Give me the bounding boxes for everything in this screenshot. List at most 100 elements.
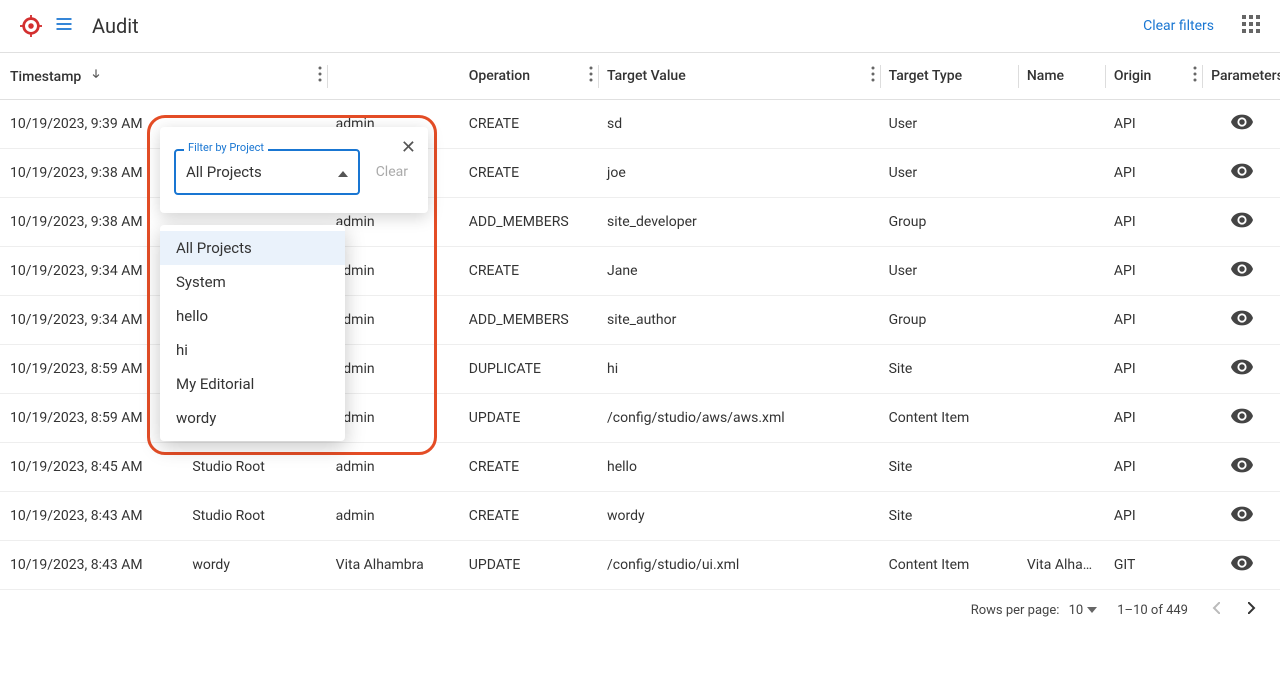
cell-target-type: User: [881, 247, 1019, 296]
col-target-type-label: Target Type: [889, 68, 962, 84]
view-parameters-button[interactable]: [1203, 296, 1280, 345]
menu-icon[interactable]: [54, 14, 74, 38]
more-icon[interactable]: [871, 66, 875, 86]
cell-origin: GIT: [1106, 541, 1203, 590]
col-origin-label: Origin: [1114, 68, 1151, 84]
cell-timestamp: 10/19/2023, 9:39 AM: [0, 100, 184, 149]
cell-target-value: wordy: [599, 492, 881, 541]
col-username[interactable]: Username: [328, 53, 461, 100]
more-icon[interactable]: [589, 66, 593, 86]
col-name[interactable]: Name: [1019, 53, 1106, 100]
project-dropdown-list: All ProjectsSystemhellohiMy Editorialwor…: [160, 225, 345, 441]
close-icon[interactable]: ✕: [401, 137, 416, 158]
project-select-value: All Projects: [186, 163, 262, 181]
col-origin[interactable]: Origin: [1106, 53, 1203, 100]
project-option[interactable]: My Editorial: [160, 367, 345, 401]
project-option[interactable]: hello: [160, 299, 345, 333]
audit-table: Timestamp Site Username Operation Target…: [0, 52, 1280, 590]
cell-username: admin: [328, 345, 461, 394]
cell-target-type: Site: [881, 443, 1019, 492]
cell-origin: API: [1106, 345, 1203, 394]
filter-popover: ✕ Filter by Project All Projects Clear: [160, 127, 428, 213]
arrow-down-icon: [89, 69, 103, 85]
view-parameters-button[interactable]: [1203, 394, 1280, 443]
view-parameters-button[interactable]: [1203, 247, 1280, 296]
project-option[interactable]: wordy: [160, 401, 345, 435]
prev-page-button[interactable]: [1208, 602, 1224, 618]
col-name-label: Name: [1027, 68, 1064, 84]
cell-origin: API: [1106, 394, 1203, 443]
col-site[interactable]: Site: [184, 53, 327, 100]
view-parameters-button[interactable]: [1203, 443, 1280, 492]
more-icon[interactable]: [318, 66, 322, 86]
cell-username: admin: [328, 296, 461, 345]
col-target-type[interactable]: Target Type: [881, 53, 1019, 100]
cell-site: wordy: [184, 541, 327, 590]
view-parameters-button[interactable]: [1203, 100, 1280, 149]
view-parameters-button[interactable]: [1203, 492, 1280, 541]
col-operation[interactable]: Operation: [461, 53, 599, 100]
cell-name: [1019, 149, 1106, 198]
cell-target-value: hi: [599, 345, 881, 394]
col-target-value-label: Target Value: [607, 68, 686, 84]
project-option[interactable]: System: [160, 265, 345, 299]
clear-filters-link[interactable]: Clear filters: [1143, 18, 1214, 34]
cell-operation: UPDATE: [461, 394, 599, 443]
view-parameters-button[interactable]: [1203, 149, 1280, 198]
cell-name: [1019, 296, 1106, 345]
cell-target-type: Group: [881, 296, 1019, 345]
project-option[interactable]: hi: [160, 333, 345, 367]
cell-site: Studio Root: [184, 443, 327, 492]
col-parameters[interactable]: Parameters: [1203, 53, 1280, 100]
chevron-up-icon: [338, 163, 348, 181]
more-icon[interactable]: [1193, 66, 1197, 86]
table-row: 10/19/2023, 8:43 AMwordyVita AlhambraUPD…: [0, 541, 1280, 590]
cell-name: [1019, 345, 1106, 394]
cell-operation: CREATE: [461, 492, 599, 541]
view-parameters-button[interactable]: [1203, 345, 1280, 394]
crafter-logo-icon: [20, 15, 42, 37]
cell-timestamp: 10/19/2023, 8:59 AM: [0, 394, 184, 443]
cell-username: Vita Alhambra: [328, 541, 461, 590]
cell-target-value: /config/studio/aws/aws.xml: [599, 394, 881, 443]
project-option[interactable]: All Projects: [160, 231, 345, 265]
col-timestamp[interactable]: Timestamp: [0, 53, 184, 100]
filter-clear-button[interactable]: Clear: [370, 164, 414, 180]
cell-target-type: User: [881, 149, 1019, 198]
cell-name: [1019, 247, 1106, 296]
chevron-down-icon: [1087, 607, 1097, 613]
cell-timestamp: 10/19/2023, 9:34 AM: [0, 296, 184, 345]
next-page-button[interactable]: [1244, 602, 1260, 618]
cell-timestamp: 10/19/2023, 9:38 AM: [0, 198, 184, 247]
cell-name: [1019, 492, 1106, 541]
rows-per-page-select[interactable]: 10: [1069, 603, 1098, 618]
col-target-value[interactable]: Target Value: [599, 53, 881, 100]
cell-target-type: User: [881, 100, 1019, 149]
rows-per-page-value: 10: [1069, 603, 1084, 618]
view-parameters-button[interactable]: [1203, 198, 1280, 247]
cell-origin: API: [1106, 149, 1203, 198]
cell-target-value: site_developer: [599, 198, 881, 247]
cell-target-type: Site: [881, 345, 1019, 394]
cell-timestamp: 10/19/2023, 9:38 AM: [0, 149, 184, 198]
apps-grid-icon[interactable]: [1242, 15, 1260, 37]
table-row: 10/19/2023, 8:45 AMStudio RootadminCREAT…: [0, 443, 1280, 492]
cell-name: [1019, 198, 1106, 247]
cell-target-type: Content Item: [881, 394, 1019, 443]
project-select[interactable]: All Projects: [174, 149, 360, 195]
cell-username: admin: [328, 492, 461, 541]
cell-username: admin: [328, 394, 461, 443]
cell-origin: API: [1106, 198, 1203, 247]
cell-target-type: Site: [881, 492, 1019, 541]
col-timestamp-label: Timestamp: [10, 69, 81, 85]
cell-name: Vita Alham…: [1019, 541, 1106, 590]
view-parameters-button[interactable]: [1203, 541, 1280, 590]
cell-target-type: Group: [881, 198, 1019, 247]
cell-target-value: /config/studio/ui.xml: [599, 541, 881, 590]
cell-name: [1019, 394, 1106, 443]
cell-operation: CREATE: [461, 149, 599, 198]
pagination: Rows per page: 10 1–10 of 449: [0, 590, 1280, 630]
cell-origin: API: [1106, 443, 1203, 492]
col-parameters-label: Parameters: [1211, 68, 1280, 84]
cell-target-type: Content Item: [881, 541, 1019, 590]
